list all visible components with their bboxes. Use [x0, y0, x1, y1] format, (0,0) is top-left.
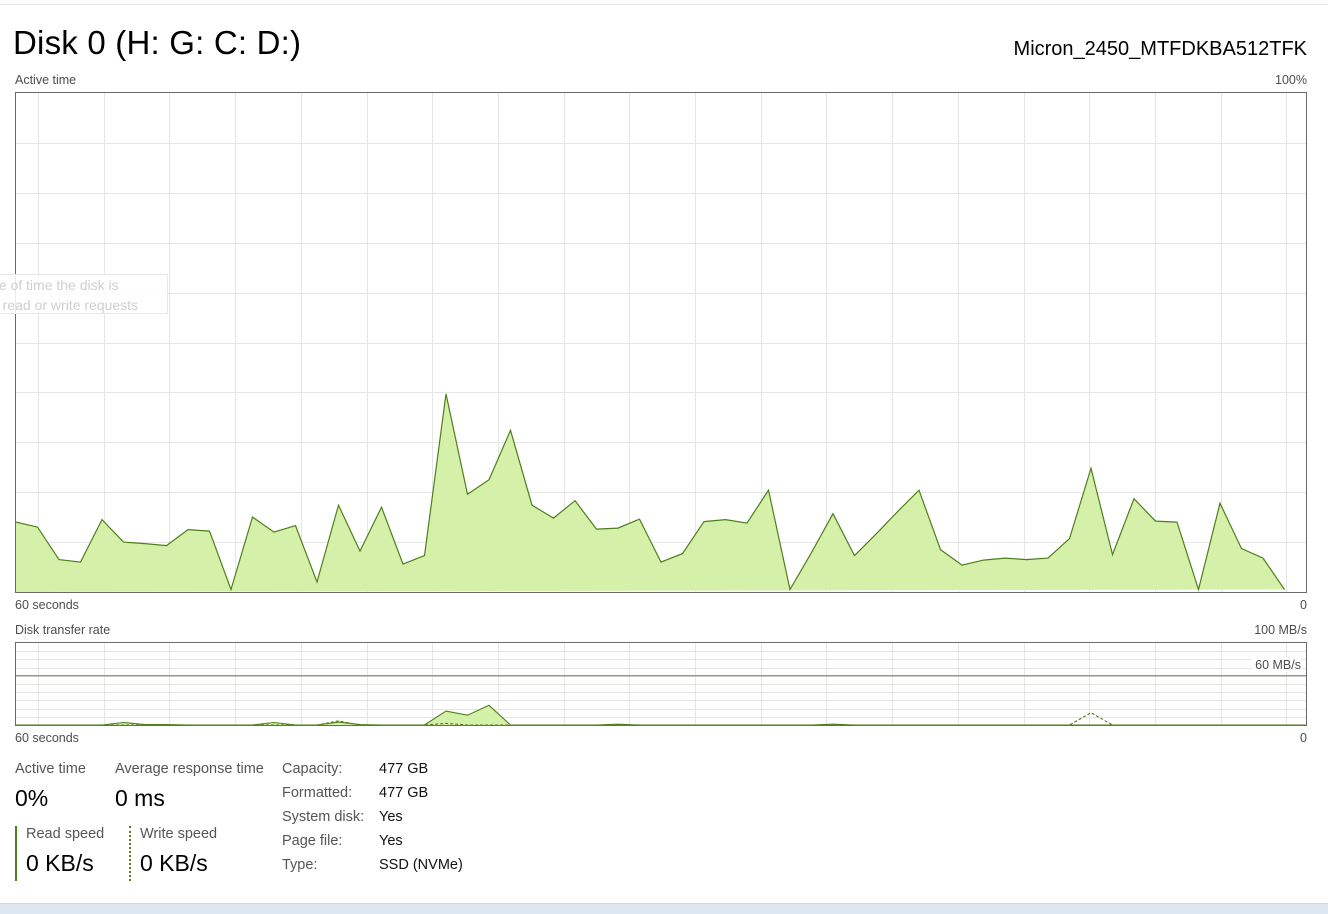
active-time-stat-value: 0%	[15, 785, 49, 811]
system-disk-value: Yes	[379, 809, 403, 825]
transfer-rate-chart-svg	[16, 643, 1306, 725]
transfer-rate-x-right-label: 0	[1300, 731, 1307, 745]
disk-title: Disk 0 (H: G: C: D:)	[13, 24, 302, 61]
capacity-label: Capacity:	[282, 761, 343, 777]
write-speed-line	[16, 712, 1306, 725]
bottom-taskbar-strip	[0, 903, 1328, 914]
active-time-tooltip: ge of time the disk is g read or write r…	[0, 274, 168, 314]
formatted-label: Formatted:	[282, 785, 353, 801]
disk-model: Micron_2450_MTFDKBA512TFK	[1013, 38, 1307, 60]
transfer-rate-chart: 60 MB/s	[15, 642, 1307, 726]
active-time-x-left-label: 60 seconds	[15, 598, 79, 612]
active-time-chart-label: Active time	[15, 73, 77, 87]
read-speed-label: Read speed	[26, 826, 105, 842]
active-time-stat-label: Active time	[15, 761, 86, 777]
active-time-max-label: 100%	[1275, 73, 1307, 87]
tooltip-line-1: ge of time the disk is	[0, 277, 119, 293]
page-file-label: Page file:	[282, 833, 343, 849]
page-file-value: Yes	[379, 833, 403, 849]
write-speed-label: Write speed	[140, 826, 218, 842]
transfer-rate-max-label: 100 MB/s	[1254, 623, 1307, 637]
type-value: SSD (NVMe)	[379, 857, 463, 873]
read-speed-value: 0 KB/s	[26, 850, 94, 876]
active-time-x-right-label: 0	[1300, 598, 1307, 612]
type-label: Type:	[282, 857, 318, 873]
transfer-rate-chart-label: Disk transfer rate	[15, 623, 111, 637]
read-speed-line	[16, 704, 1306, 725]
top-divider	[0, 4, 1328, 5]
system-disk-label: System disk:	[282, 809, 365, 825]
write-speed-value: 0 KB/s	[140, 850, 208, 876]
active-time-chart-svg	[16, 93, 1306, 592]
tooltip-line-2: g read or write requests	[0, 297, 139, 313]
avg-response-stat-value: 0 ms	[115, 785, 165, 811]
formatted-value: 477 GB	[379, 785, 429, 801]
capacity-value: 477 GB	[379, 761, 429, 777]
transfer-rate-ref-label: 60 MB/s	[1252, 658, 1301, 672]
avg-response-stat-label: Average response time	[115, 761, 264, 777]
active-time-chart	[15, 92, 1307, 593]
read-speed-area	[16, 705, 1306, 725]
write-speed-legend-bar	[129, 826, 131, 881]
read-speed-legend-bar	[15, 826, 17, 881]
transfer-rate-x-left-label: 60 seconds	[15, 731, 79, 745]
